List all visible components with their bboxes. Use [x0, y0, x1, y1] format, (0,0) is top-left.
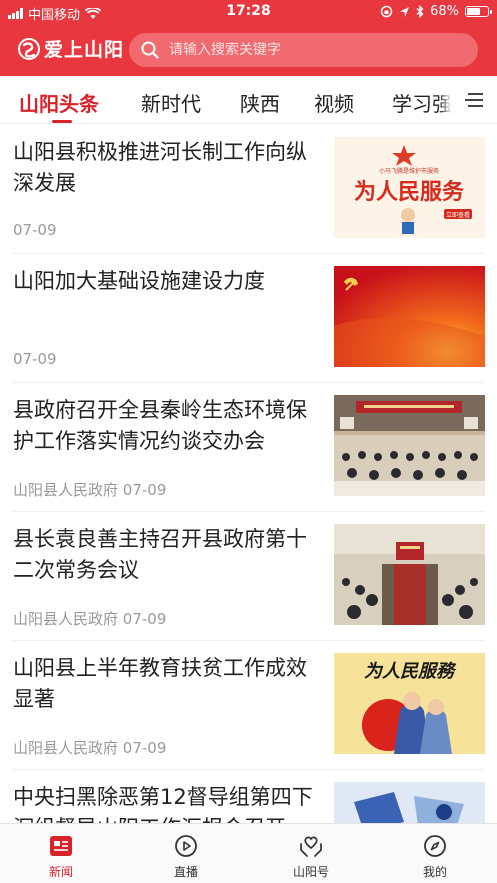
news-thumbnail: 小马飞腾是维护市服务 为人民服务 立即查看	[334, 137, 485, 238]
status-bar: 中国移动 17:28 68%	[0, 0, 497, 24]
location-arrow-icon	[400, 6, 410, 17]
list-item[interactable]: 山阳县上半年教育扶贫工作成效显著 山阳县人民政府 07-09 为人民服務	[0, 641, 497, 770]
thumb-slogan: 为人民服务	[354, 179, 465, 205]
nav-label: 直播	[173, 865, 198, 879]
news-meta: 07-09	[13, 221, 57, 239]
app-header: 中国移动 17:28 68% 爱上山阳	[0, 0, 497, 76]
bottom-navigation: 新闻 直播 山阳号 我的	[0, 823, 497, 883]
lock-rotation-icon	[380, 5, 393, 18]
battery-percent: 68%	[430, 4, 459, 19]
news-date: 07-09	[122, 739, 167, 757]
news-date: 07-09	[122, 481, 167, 499]
thumb-stamp: 立即查看	[446, 211, 470, 219]
news-thumbnail	[334, 266, 485, 367]
news-source: 山阳县人民政府	[13, 739, 119, 757]
news-thumbnail: 为人民服務	[334, 653, 485, 754]
news-title: 县政府召开全县秦岭生态环境保护工作落实情况约谈交办会	[13, 398, 307, 453]
news-title: 山阳加大基础设施建设力度	[13, 269, 265, 293]
menu-icon	[465, 92, 483, 107]
nav-live[interactable]: 直播	[146, 832, 226, 880]
news-date: 07-09	[122, 610, 167, 628]
news-title: 山阳县积极推进河长制工作向纵深发展	[13, 140, 307, 195]
app-logo: 爱上山阳	[18, 35, 124, 62]
logo-mark-icon	[18, 37, 40, 60]
app-name: 爱上山阳	[44, 39, 125, 61]
news-thumbnail	[334, 395, 485, 496]
nav-shanyang-account[interactable]: 山阳号	[271, 832, 351, 880]
news-thumbnail	[334, 524, 485, 625]
heart-hands-icon	[300, 836, 322, 857]
news-date: 07-09	[13, 350, 57, 368]
tab-study[interactable]: 学习强	[392, 88, 452, 117]
thumb-slogan: 为人民服務	[364, 661, 457, 682]
news-source: 山阳县人民政府	[13, 610, 119, 628]
tab-new-era[interactable]: 新时代	[141, 88, 201, 117]
news-title: 山阳县上半年教育扶贫工作成效显著	[13, 656, 307, 711]
news-icon	[50, 836, 72, 856]
news-meta: 07-09	[13, 350, 57, 368]
tab-shaanxi[interactable]: 陕西	[240, 88, 280, 117]
active-tab-indicator	[52, 120, 72, 123]
news-title: 中央扫黑除恶第12督导组第四下沉组督导山阳工作汇报会召开	[13, 785, 313, 823]
category-tabs: 山阳头条 新时代 陕西 视频 学习强	[0, 76, 497, 124]
search-input[interactable]	[169, 42, 459, 58]
tab-video[interactable]: 视频	[314, 88, 354, 117]
news-title: 县长袁良善主持召开县政府第十二次常务会议	[13, 527, 307, 582]
news-meta: 山阳县人民政府 07-09	[13, 608, 166, 629]
battery-icon	[465, 6, 492, 17]
news-thumbnail	[334, 782, 485, 823]
bluetooth-icon	[416, 5, 424, 18]
channel-menu-button[interactable]	[451, 76, 497, 123]
news-meta: 山阳县人民政府 07-09	[13, 737, 166, 758]
tab-headlines[interactable]: 山阳头条	[19, 88, 99, 117]
search-icon	[141, 41, 159, 59]
nav-news[interactable]: 新闻	[21, 832, 101, 880]
thumb-small-text: 小马飞腾是维护市服务	[379, 167, 439, 175]
nav-mine[interactable]: 我的	[395, 832, 475, 880]
nav-label: 新闻	[48, 865, 73, 879]
list-item[interactable]: 山阳县积极推进河长制工作向纵深发展 07-09 小马飞腾是维护市服务 为人民服务…	[0, 125, 497, 254]
news-list: 山阳县积极推进河长制工作向纵深发展 07-09 小马飞腾是维护市服务 为人民服务…	[0, 125, 497, 823]
list-item[interactable]: 中央扫黑除恶第12督导组第四下沉组督导山阳工作汇报会召开	[0, 770, 497, 823]
news-source: 山阳县人民政府	[13, 481, 119, 499]
nav-label: 山阳号	[292, 865, 329, 879]
list-item[interactable]: 县长袁良善主持召开县政府第十二次常务会议 山阳县人民政府 07-09	[0, 512, 497, 641]
list-item[interactable]: 县政府召开全县秦岭生态环境保护工作落实情况约谈交办会 山阳县人民政府 07-09	[0, 383, 497, 512]
news-date: 07-09	[13, 221, 57, 239]
nav-label: 我的	[422, 865, 447, 879]
search-bar[interactable]	[129, 33, 478, 67]
list-item[interactable]: 山阳加大基础设施建设力度 07-09	[0, 254, 497, 383]
compass-icon	[424, 835, 446, 857]
live-play-icon	[175, 835, 197, 857]
news-meta: 山阳县人民政府 07-09	[13, 479, 166, 500]
